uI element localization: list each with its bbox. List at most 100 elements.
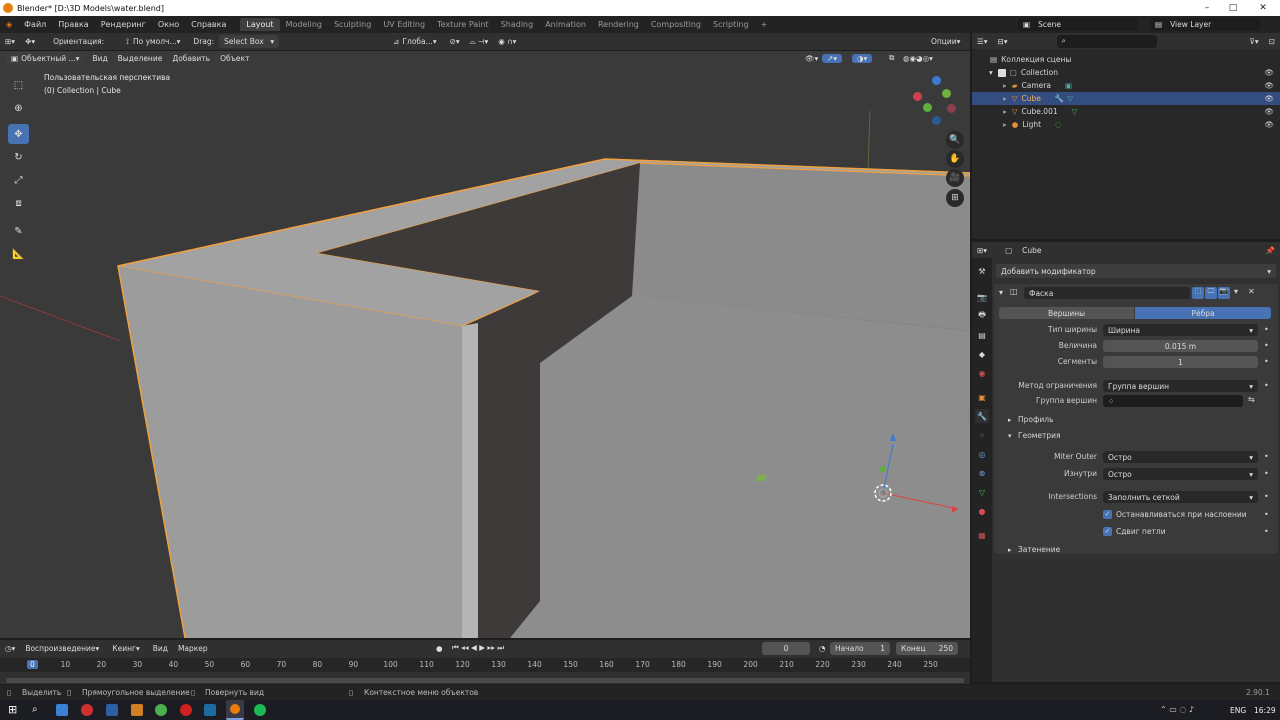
gizmo-neg-x[interactable] — [947, 104, 956, 113]
shading-section[interactable]: Затенение — [1018, 545, 1060, 554]
modifier-menu-icon[interactable]: ▾ — [1234, 287, 1238, 296]
outliner-item-camera[interactable]: ▸ ▰ Camera ▣ 👁 — [972, 79, 1280, 92]
close-icon[interactable]: ✕ — [1250, 0, 1276, 16]
amount-field[interactable]: 0.015 m — [1103, 340, 1258, 352]
outliner-search-input[interactable]: ⌕ — [1056, 34, 1157, 48]
menu-render[interactable]: Рендеринг — [95, 20, 152, 29]
add-modifier-dropdown[interactable]: Добавить модификатор ▾ — [996, 264, 1276, 278]
chrome-icon[interactable] — [155, 704, 167, 716]
menu-file[interactable]: Файл — [18, 20, 52, 29]
inner-miter-dropdown[interactable]: Остро ▾ — [1103, 468, 1258, 480]
annotate-tool-icon[interactable]: ✎ — [8, 221, 29, 241]
transform-tool-icon[interactable]: ⧈ — [8, 193, 29, 213]
data-tab-icon[interactable]: ▽ — [975, 485, 989, 499]
scene-selector[interactable]: ▣ Scene — [1018, 18, 1138, 31]
taskbar-app-icon[interactable] — [131, 704, 143, 716]
spotify-icon[interactable] — [254, 704, 266, 716]
playback-controls-icon[interactable]: ⏮ ◂◂ ◀ ▶ ▸▸ ⏭ — [447, 643, 509, 653]
blender-menu-icon[interactable]: ◈ — [0, 20, 18, 29]
modifier-name-input[interactable]: Фаска — [1024, 287, 1190, 299]
gizmo-neg-y[interactable] — [923, 103, 932, 112]
collection-checkbox[interactable] — [997, 68, 1006, 77]
marker-menu[interactable]: Маркер — [173, 644, 213, 653]
new-collection-icon[interactable]: ⊡ — [1264, 37, 1280, 46]
menu-view[interactable]: Вид — [87, 54, 112, 63]
miter-outer-dropdown[interactable]: Остро ▾ — [1103, 451, 1258, 463]
clock[interactable]: 16:29 — [1254, 706, 1276, 715]
tab-compositing[interactable]: Compositing — [645, 18, 707, 31]
3d-viewport[interactable]: Пользовательская перспектива (0) Collect… — [0, 51, 970, 638]
taskbar-app-icon[interactable] — [81, 704, 93, 716]
outliner-editor-type-icon[interactable]: ☰▾ — [972, 37, 993, 46]
keyframe-dot-icon[interactable]: • — [1264, 325, 1269, 334]
timeline-ruler[interactable]: 0 10 20 30 40 50 60 70 80 90 100 110 120 130 140 150 160… — [0, 658, 970, 672]
record-icon[interactable]: ● — [431, 644, 448, 653]
outliner-item-cube[interactable]: ▸ ▽ Cube 🔧 ▽ 👁 — [972, 92, 1280, 105]
outliner-item-light[interactable]: ▸ ● Light ◌ 👁 — [972, 118, 1280, 131]
properties-editor-type-icon[interactable]: ⊞▾ — [972, 246, 992, 255]
steam-icon[interactable] — [204, 704, 216, 716]
clamp-overlap-checkbox[interactable]: ✓ — [1103, 510, 1112, 519]
windows-start-icon[interactable]: ⊞ — [8, 704, 20, 716]
overlay-toggle-icon[interactable]: ◑▾ — [852, 53, 873, 63]
playback-menu[interactable]: Воспроизведение ▾ — [20, 642, 104, 655]
orientation-dropdown[interactable]: ⟟ По умолч... ▾ — [121, 35, 185, 48]
material-tab-icon[interactable]: ● — [975, 504, 989, 518]
maximize-icon[interactable]: □ — [1220, 0, 1246, 16]
tab-animation[interactable]: Animation — [539, 18, 592, 31]
cursor-tool-icon[interactable]: ⊕ — [8, 98, 29, 118]
tab-modeling[interactable]: Modeling — [280, 18, 328, 31]
tab-layout[interactable]: Layout — [240, 18, 280, 31]
constraints-tab-icon[interactable]: ⊗ — [975, 466, 989, 480]
rotate-tool-icon[interactable]: ↻ — [8, 147, 29, 167]
shading-modes-icon[interactable]: ◍◉◕◎▾ — [898, 54, 938, 63]
pivot-icon[interactable]: ⊘▾ — [445, 37, 465, 46]
outliner-scene-collection[interactable]: ▤ Коллекция сцены — [972, 53, 1280, 66]
tab-scripting[interactable]: Scripting — [707, 18, 755, 31]
tab-sculpting[interactable]: Sculpting — [328, 18, 377, 31]
texture-tab-icon[interactable]: ▦ — [975, 528, 989, 542]
shading-expand-icon[interactable]: ▸ — [1008, 546, 1012, 554]
segments-field[interactable]: 1 — [1103, 356, 1258, 368]
expand-icon[interactable]: ▾ — [989, 68, 993, 77]
tray-icons[interactable]: ⌃ ▭ ◌ ♪ — [1160, 705, 1194, 714]
limit-method-dropdown[interactable]: Группа вершин ▾ — [1103, 380, 1258, 392]
keyframe-dot-icon[interactable]: • — [1264, 452, 1269, 461]
timeline-view-menu[interactable]: Вид — [148, 644, 173, 653]
gizmo-y-axis[interactable] — [942, 89, 951, 98]
render-tab-icon[interactable]: 📷 — [975, 290, 989, 304]
tab-uv-editing[interactable]: UV Editing — [377, 18, 431, 31]
keyframe-dot-icon[interactable]: • — [1264, 341, 1269, 350]
menu-edit[interactable]: Правка — [52, 20, 94, 29]
timeline-scrollbar[interactable] — [6, 678, 964, 683]
geometry-section[interactable]: Геометрия — [1018, 431, 1061, 440]
start-frame-field[interactable]: Начало 1 — [830, 641, 890, 655]
pan-hand-icon[interactable]: ✋ — [946, 150, 964, 168]
taskbar-search-icon[interactable]: ⌕ — [32, 704, 44, 716]
loop-slide-checkbox[interactable]: ✓ — [1103, 527, 1112, 536]
gizmo-toggle-icon[interactable]: ↗▾ — [822, 53, 843, 63]
geometry-expand-icon[interactable]: ▾ — [1008, 432, 1012, 440]
menu-window[interactable]: Окно — [152, 20, 185, 29]
add-workspace-icon[interactable]: + — [755, 18, 774, 31]
keyframe-dot-icon[interactable]: • — [1264, 381, 1269, 390]
affect-edges-toggle[interactable]: Рёбра — [1135, 307, 1271, 319]
options-dropdown[interactable]: Опции ▾ — [926, 35, 965, 48]
scene-tab-icon[interactable]: ◆ — [975, 347, 989, 361]
end-frame-field[interactable]: Конец 250 — [896, 641, 958, 655]
tool-tab-icon[interactable]: ⚒ — [975, 264, 989, 278]
eye-icon[interactable]: 👁 — [1264, 68, 1274, 77]
expand-icon[interactable]: ▸ — [1003, 107, 1007, 116]
filter-icon[interactable]: ⊽▾ — [1244, 37, 1263, 46]
opera-icon[interactable] — [180, 704, 192, 716]
eye-icon[interactable]: 👁 — [1264, 107, 1274, 116]
keyframe-dot-icon[interactable]: • — [1264, 492, 1269, 501]
remove-modifier-icon[interactable]: ✕ — [1248, 287, 1255, 296]
eye-icon[interactable]: 👁 — [1264, 120, 1274, 129]
gizmo-x-axis[interactable] — [913, 92, 922, 101]
taskbar-app-icon[interactable] — [56, 704, 68, 716]
expand-icon[interactable]: ▸ — [1003, 120, 1007, 129]
move-tool-icon[interactable]: ✥ — [8, 124, 29, 144]
menu-help[interactable]: Справка — [185, 20, 232, 29]
outliner-item-collection[interactable]: ▾ ▢ Collection 👁 — [972, 66, 1280, 79]
